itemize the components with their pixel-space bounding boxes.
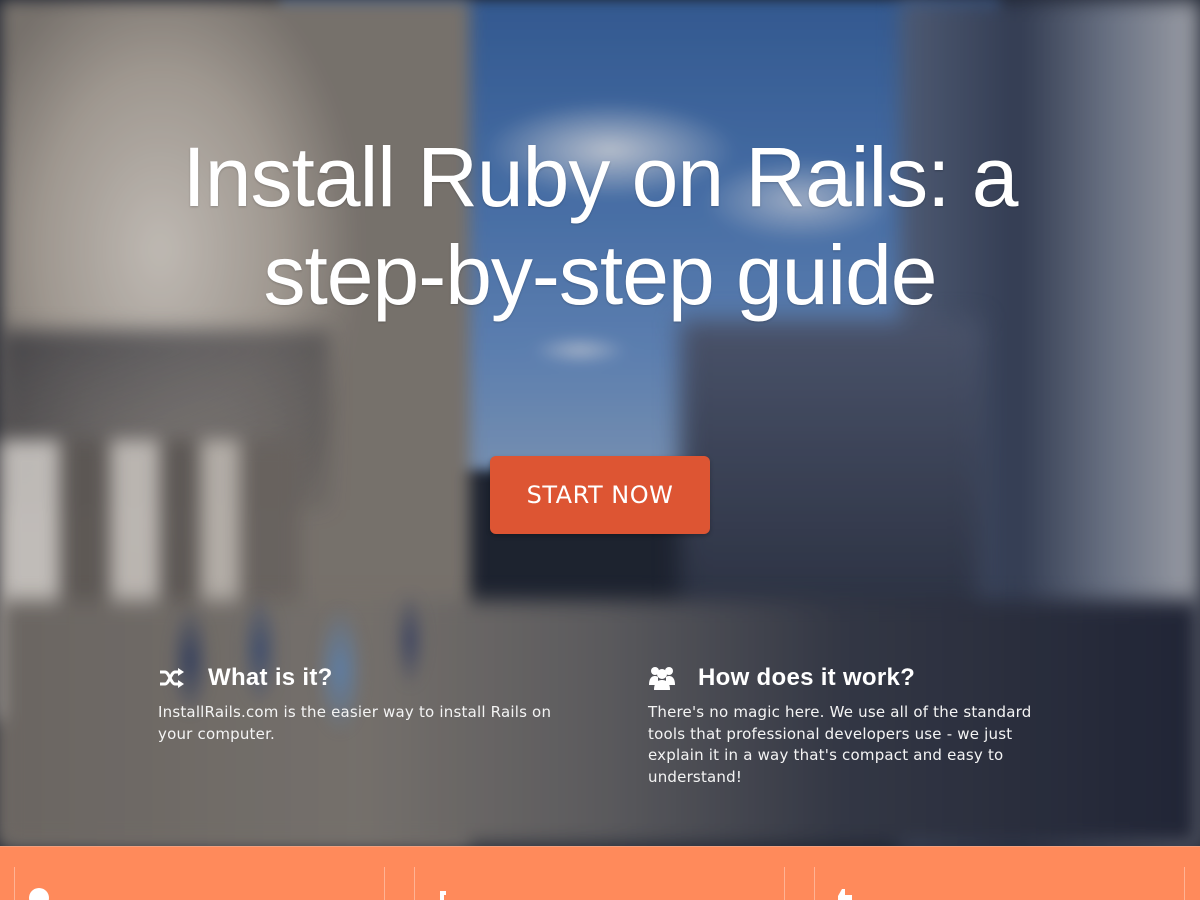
hero-title-line2: step-by-step guide: [263, 228, 937, 322]
feature-how-does-it-work: How does it work? There's no magic here.…: [648, 660, 1038, 788]
globe-icon: [28, 887, 50, 900]
hero-title: Install Ruby on Rails: a step-by-step gu…: [100, 128, 1100, 324]
band-divider: [1184, 867, 1185, 900]
shuffle-icon: [158, 664, 186, 692]
feature-header: How does it work?: [648, 660, 1038, 696]
feature-description: InstallRails.com is the easier way to in…: [158, 703, 552, 743]
feature-title: How does it work?: [698, 664, 916, 691]
band-divider: [14, 867, 15, 900]
wrench-icon: [436, 887, 458, 900]
feature-description: There's no magic here. We use all of the…: [648, 703, 1032, 786]
feature-title: What is it?: [208, 664, 333, 691]
band-divider: [414, 867, 415, 900]
feature-header: What is it?: [158, 660, 558, 696]
start-now-button[interactable]: START NOW: [490, 456, 710, 534]
bottom-feature-band: [0, 846, 1200, 900]
hero-section: Install Ruby on Rails: a step-by-step gu…: [0, 0, 1200, 846]
band-divider: [814, 867, 815, 900]
thumbs-up-icon: [832, 887, 854, 900]
hero-title-line1: Install Ruby on Rails: a: [182, 130, 1018, 224]
feature-what-is-it: What is it? InstallRails.com is the easi…: [158, 660, 558, 745]
band-divider: [384, 867, 385, 900]
band-divider: [784, 867, 785, 900]
users-icon: [648, 664, 676, 692]
